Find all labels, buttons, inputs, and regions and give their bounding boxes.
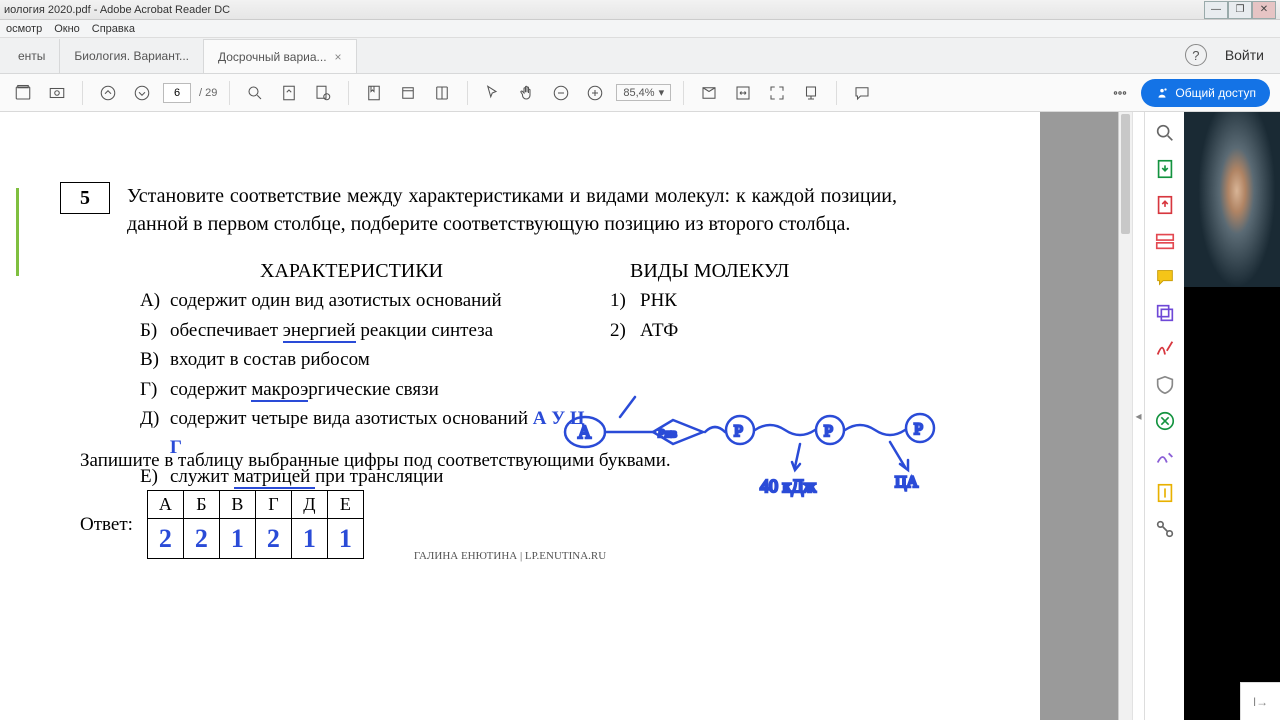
- menu-window[interactable]: Окно: [54, 23, 80, 35]
- protect-icon[interactable]: [1154, 374, 1176, 396]
- find-text-icon[interactable]: [310, 80, 336, 106]
- scrollbar[interactable]: [1118, 112, 1132, 720]
- toolbar: / 29 85,4% ▾ Общий доступ: [0, 74, 1280, 112]
- bookmark-icon[interactable]: [361, 80, 387, 106]
- more-icon[interactable]: [1107, 80, 1133, 106]
- measure-icon[interactable]: [429, 80, 455, 106]
- menu-help[interactable]: Справка: [92, 23, 135, 35]
- col-a-header: ХАРАКТЕРИСТИКИ: [260, 256, 443, 286]
- page-content: 5 Установите соответствие между характер…: [0, 112, 1040, 566]
- sidebar-icon[interactable]: [10, 80, 36, 106]
- fill-sign-icon[interactable]: [1154, 446, 1176, 468]
- window-title: иология 2020.pdf - Adobe Acrobat Reader …: [4, 4, 1204, 16]
- maximize-button[interactable]: ❐: [1228, 1, 1252, 19]
- zoom-out-icon[interactable]: [548, 80, 574, 106]
- select-icon[interactable]: [480, 80, 506, 106]
- minimize-button[interactable]: —: [1204, 1, 1228, 19]
- close-button[interactable]: ✕: [1252, 1, 1276, 19]
- margin-highlight: [16, 188, 19, 276]
- help-icon[interactable]: ?: [1185, 44, 1207, 66]
- zoom-in-icon[interactable]: [582, 80, 608, 106]
- find-icon[interactable]: [242, 80, 268, 106]
- search-tool-icon[interactable]: [1154, 122, 1176, 144]
- window-buttons: — ❐ ✕: [1204, 1, 1276, 19]
- page-up-icon[interactable]: [95, 80, 121, 106]
- molecule-types-list: 1)РНК 2)АТФ: [610, 286, 678, 346]
- right-tool-rail: [1144, 112, 1184, 720]
- document-view[interactable]: 5 Установите соответствие между характер…: [0, 112, 1040, 720]
- answer-label: Ответ:: [80, 514, 133, 536]
- webcam-video: [1184, 112, 1280, 287]
- zoom-dropdown[interactable]: 85,4% ▾: [616, 84, 671, 101]
- read-mode-icon[interactable]: [696, 80, 722, 106]
- collapse-sidebar-icon[interactable]: ◂: [1132, 112, 1144, 720]
- more-tools-icon[interactable]: [1154, 518, 1176, 540]
- titlebar: иология 2020.pdf - Adobe Acrobat Reader …: [0, 0, 1280, 20]
- tabbar: енты Биология. Вариант... Досрочный вари…: [0, 38, 1280, 74]
- chevron-down-icon: ▾: [659, 86, 665, 99]
- scrollbar-thumb[interactable]: [1121, 114, 1130, 234]
- tab-doc-0[interactable]: Биология. Вариант...: [60, 39, 204, 73]
- fullscreen-icon[interactable]: [764, 80, 790, 106]
- close-tab-icon[interactable]: ×: [335, 50, 342, 64]
- rotate-icon[interactable]: [395, 80, 421, 106]
- fit-page-icon[interactable]: [276, 80, 302, 106]
- sign-icon[interactable]: [1154, 338, 1176, 360]
- question-text: Установите соответствие между характерис…: [127, 182, 897, 238]
- tab-doc-1[interactable]: Досрочный вариа...×: [204, 39, 357, 73]
- fit-width-icon[interactable]: [730, 80, 756, 106]
- main-area: 5 Установите соответствие между характер…: [0, 112, 1280, 720]
- share-button[interactable]: Общий доступ: [1141, 79, 1270, 107]
- menu-view[interactable]: осмотр: [6, 23, 42, 35]
- share-icon: [1155, 86, 1169, 100]
- page-footer: ГАЛИНА ЕНЮТИНА | LP.ENUTINA.RU: [0, 546, 1020, 566]
- comment-tool-icon[interactable]: [1154, 266, 1176, 288]
- expand-sidebar-icon[interactable]: I→: [1240, 682, 1280, 720]
- edit-pdf-icon[interactable]: [1154, 230, 1176, 252]
- export-pdf-icon[interactable]: [1154, 158, 1176, 180]
- thumbnail-panel[interactable]: [1040, 112, 1132, 720]
- compress-icon[interactable]: [1154, 410, 1176, 432]
- convert-icon[interactable]: [1154, 482, 1176, 504]
- col-b-header: ВИДЫ МОЛЕКУЛ: [630, 256, 789, 286]
- instruction-text: Запишите в таблицу выбранные цифры под с…: [80, 450, 671, 472]
- menubar: осмотр Окно Справка: [0, 20, 1280, 38]
- create-pdf-icon[interactable]: [1154, 194, 1176, 216]
- hand-icon[interactable]: [514, 80, 540, 106]
- page-total: / 29: [199, 87, 217, 99]
- read-aloud-icon[interactable]: [798, 80, 824, 106]
- webcam-panel: [1184, 112, 1280, 720]
- combine-icon[interactable]: [1154, 302, 1176, 324]
- page-down-icon[interactable]: [129, 80, 155, 106]
- page-input[interactable]: [163, 83, 191, 103]
- screenshot-icon[interactable]: [44, 80, 70, 106]
- comment-icon[interactable]: [849, 80, 875, 106]
- question-number: 5: [60, 182, 110, 214]
- login-link[interactable]: Войти: [1225, 47, 1264, 63]
- tab-home[interactable]: енты: [4, 39, 60, 73]
